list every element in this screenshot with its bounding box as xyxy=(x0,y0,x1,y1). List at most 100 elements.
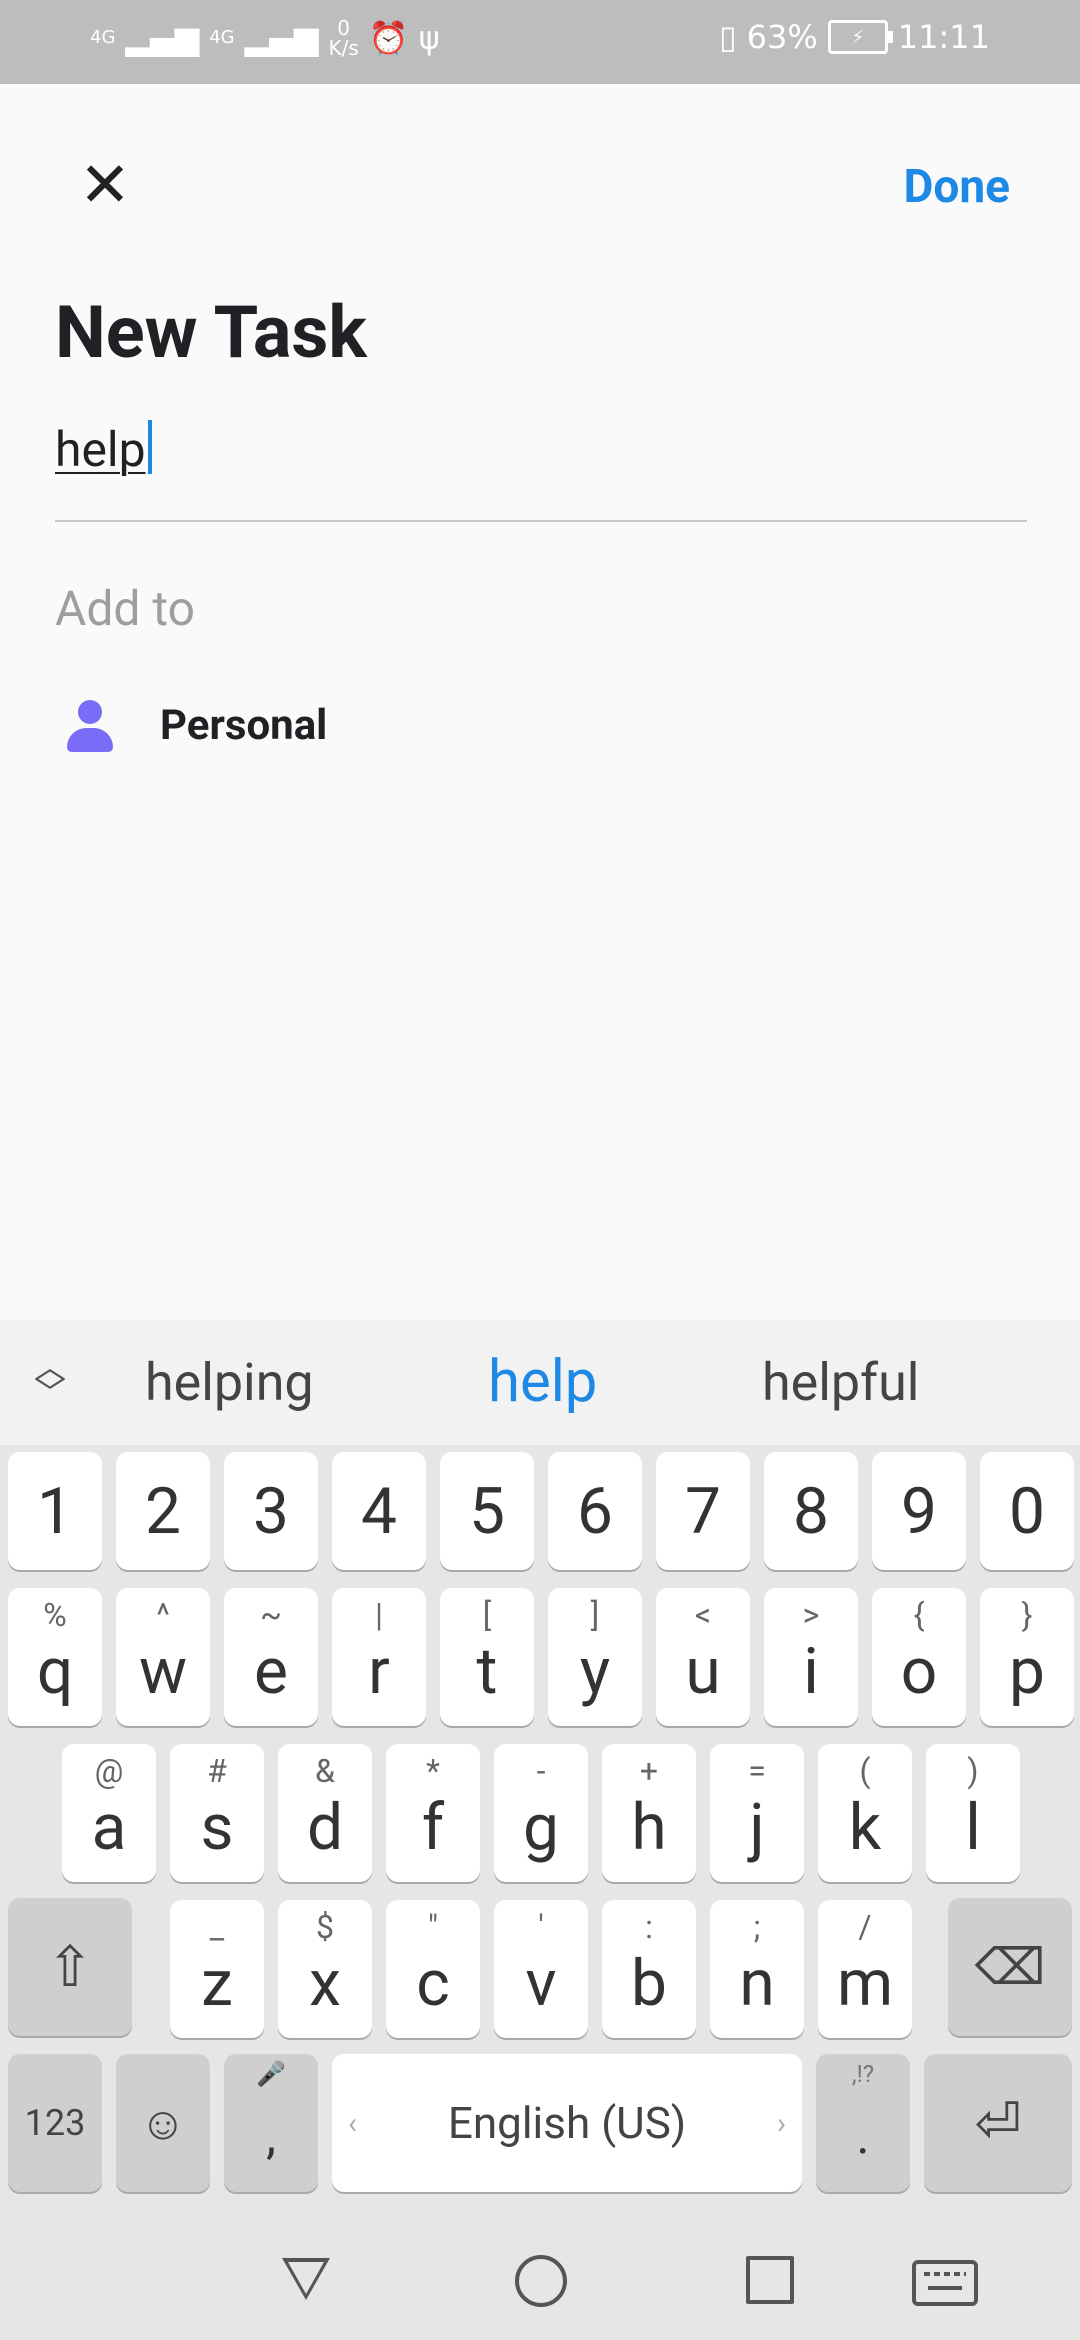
key-g[interactable]: -g xyxy=(494,1744,588,1882)
key-l[interactable]: ) l xyxy=(926,1744,1020,1882)
key-n-label: n xyxy=(739,1945,775,2021)
close-icon[interactable]: ✕ xyxy=(70,150,140,220)
key-s-label: s xyxy=(200,1789,234,1865)
key-f[interactable]: * f xyxy=(386,1744,480,1882)
key-t[interactable]: [t xyxy=(440,1588,534,1726)
key-z[interactable]: _ z xyxy=(170,1900,264,2038)
key-m-label: m xyxy=(836,1945,894,2021)
key-9[interactable]: 9 xyxy=(872,1452,966,1570)
key-a[interactable]: @ a xyxy=(62,1744,156,1882)
key-d-label: d xyxy=(306,1789,344,1865)
enter-key[interactable]: ⏎ xyxy=(924,2054,1072,2192)
page-title: New Task xyxy=(55,290,367,375)
key-b[interactable]: :b xyxy=(602,1900,696,2038)
task-title-input[interactable]: help xyxy=(55,420,152,478)
key-c-alt-label: " xyxy=(427,1908,439,1946)
home-icon[interactable] xyxy=(515,2255,567,2307)
mode-123-key[interactable]: 123 xyxy=(8,2054,102,2192)
period-key[interactable]: ,!? . xyxy=(816,2054,910,2192)
usb-icon: ψ xyxy=(418,19,440,57)
status-bar: 4G ▂▄▆ 4G ▂▄▆ 0 K/s ⏰ ψ ▯ 63% ⚡ 11:11 xyxy=(0,0,1080,84)
key-q[interactable]: % q xyxy=(8,1588,102,1726)
chevron-right-icon: › xyxy=(776,2105,786,2141)
shift-key[interactable]: ⇧ xyxy=(8,1898,132,2036)
recents-icon[interactable] xyxy=(746,2256,794,2304)
key-4[interactable]: 4 xyxy=(332,1452,426,1570)
emoji-key[interactable]: ☺ xyxy=(116,2054,210,2192)
suggestion-left[interactable]: helping xyxy=(145,1352,314,1413)
key-7[interactable]: 7 xyxy=(656,1452,750,1570)
key-s[interactable]: # s xyxy=(170,1744,264,1882)
key-2[interactable]: 2 xyxy=(116,1452,210,1570)
period-label: . xyxy=(856,2108,870,2166)
network-speed: 0 K/s xyxy=(328,18,358,58)
mode-123-label: 123 xyxy=(24,2102,86,2144)
key-u[interactable]: < u xyxy=(656,1588,750,1726)
key-6[interactable]: 6 xyxy=(548,1452,642,1570)
key-k-label: k xyxy=(848,1789,882,1865)
key-d-alt-label: & xyxy=(315,1752,335,1790)
key-i-alt-label: > xyxy=(802,1596,820,1634)
key-d[interactable]: & d xyxy=(278,1744,372,1882)
backspace-key[interactable]: ⌫ xyxy=(948,1898,1072,2036)
key-e[interactable]: ~ e xyxy=(224,1588,318,1726)
key-r[interactable]: | r xyxy=(332,1588,426,1726)
keyboard-icon[interactable] xyxy=(912,2260,978,2306)
battery-percent: 63% xyxy=(746,18,818,56)
comma-key[interactable]: 🎤 , xyxy=(224,2054,318,2192)
key-h[interactable]: + h xyxy=(602,1744,696,1882)
key-5[interactable]: 5 xyxy=(440,1452,534,1570)
key-8[interactable]: 8 xyxy=(764,1452,858,1570)
key-w[interactable]: ^ w xyxy=(116,1588,210,1726)
key-m[interactable]: / m xyxy=(818,1900,912,2038)
key-h-alt-label: + xyxy=(639,1752,659,1790)
key-e-alt-label: ~ xyxy=(260,1596,282,1634)
key-o-alt-label: { xyxy=(913,1596,925,1634)
key-b-alt-label: : xyxy=(645,1908,653,1946)
suggestion-center[interactable]: help xyxy=(488,1348,597,1416)
key-v[interactable]: ' v xyxy=(494,1900,588,2038)
key-7-label: 7 xyxy=(685,1473,721,1549)
key-1[interactable]: 1 xyxy=(8,1452,102,1570)
key-p[interactable]: } p xyxy=(980,1588,1074,1726)
key-3-label: 3 xyxy=(253,1473,289,1549)
key-o[interactable]: {o xyxy=(872,1588,966,1726)
key-g-label: g xyxy=(523,1789,559,1865)
key-4-label: 4 xyxy=(361,1473,397,1549)
expand-suggestions-icon[interactable]: ︿ ﹀ xyxy=(20,1350,80,1410)
key-0[interactable]: 0 xyxy=(980,1452,1074,1570)
key-q-alt-label: % xyxy=(43,1596,67,1634)
vibrate-icon: ▯ xyxy=(719,18,737,56)
key-3[interactable]: 3 xyxy=(224,1452,318,1570)
key-n-alt-label: ; xyxy=(753,1908,761,1946)
key-j[interactable]: = j xyxy=(710,1744,804,1882)
key-g-alt-label: - xyxy=(536,1752,546,1790)
key-r-label: r xyxy=(368,1633,390,1709)
back-icon[interactable] xyxy=(282,2258,330,2300)
key-z-label: z xyxy=(201,1945,233,2021)
clock: 11:11 xyxy=(897,18,990,56)
key-k[interactable]: (k xyxy=(818,1744,912,1882)
key-q-label: q xyxy=(36,1633,74,1709)
key-y[interactable]: ] y xyxy=(548,1588,642,1726)
space-key[interactable]: ‹ English (US) › xyxy=(332,2054,802,2192)
battery-icon: ⚡ xyxy=(827,20,893,54)
key-i[interactable]: > i xyxy=(764,1588,858,1726)
alarm-icon: ⏰ xyxy=(368,19,409,57)
key-x[interactable]: $ x xyxy=(278,1900,372,2038)
key-t-label: t xyxy=(476,1633,498,1709)
list-item-personal[interactable]: Personal xyxy=(55,690,555,760)
input-underline xyxy=(55,520,1027,522)
key-c[interactable]: " c xyxy=(386,1900,480,2038)
suggestion-right[interactable]: helpful xyxy=(762,1352,919,1413)
key-9-label: 9 xyxy=(901,1473,937,1549)
done-button[interactable]: Done xyxy=(904,160,1011,214)
status-right: ▯ 63% ⚡ 11:11 xyxy=(719,18,990,56)
key-a-label: a xyxy=(91,1789,127,1865)
speed-unit: K/s xyxy=(328,36,359,60)
key-n[interactable]: ; n xyxy=(710,1900,804,2038)
key-j-label: j xyxy=(749,1789,765,1865)
key-x-alt-label: $ xyxy=(316,1908,334,1946)
task-title-value: help xyxy=(55,421,146,478)
list-label: Personal xyxy=(160,700,328,750)
